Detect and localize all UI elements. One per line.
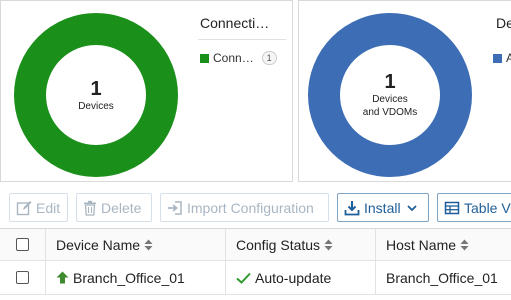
edit-button[interactable]: Edit <box>9 193 68 222</box>
host-name-cell: Branch_Office_01 <box>376 261 511 294</box>
column-header-label: Device Name <box>56 236 141 253</box>
legend-item-label: A <box>506 51 511 65</box>
legend-count-badge: 1 <box>261 51 277 65</box>
table-icon <box>444 200 460 216</box>
delete-button[interactable]: Delete <box>76 193 152 222</box>
table-header-row: Device Name Config Status Host Name <box>0 228 511 261</box>
column-header-device-name[interactable]: Device Name <box>46 229 226 260</box>
devices-vdoms-widget: 1 Devices and VDOMs De A <box>298 0 511 182</box>
edit-icon <box>16 200 32 216</box>
connection-status-widget: 1 Devices Connecti… Conn… 1 <box>0 0 293 182</box>
connection-legend-title: Connecti… <box>200 15 270 31</box>
devices-count: 1 <box>90 77 102 100</box>
devices-donut-chart[interactable]: 1 Devices <box>14 13 178 177</box>
import-label: Import Configuration <box>187 199 314 216</box>
install-dropdown-button[interactable]: Install <box>337 193 429 222</box>
edit-label: Edit <box>36 199 61 216</box>
devices-label: Devices <box>78 100 114 112</box>
device-name-text: Branch_Office_01 <box>73 269 185 286</box>
device-up-arrow-icon <box>56 271 69 284</box>
legend-item-label: Conn… <box>213 51 254 65</box>
sort-icon <box>324 239 333 251</box>
chevron-down-icon <box>406 204 417 212</box>
device-toolbar: Edit Delete Import Configuration Install… <box>9 193 511 222</box>
vdoms-count: 1 <box>384 71 396 93</box>
vdoms-legend-title: De <box>496 15 511 31</box>
column-header-host-name[interactable]: Host Name <box>376 229 511 260</box>
table-row[interactable]: Branch_Office_01 Auto-update Branch_Offi… <box>0 261 511 295</box>
import-configuration-button[interactable]: Import Configuration <box>160 193 329 222</box>
legend-item-vdoms[interactable]: A <box>493 51 511 65</box>
row-checkbox[interactable] <box>16 271 29 284</box>
select-all-cell <box>0 229 46 260</box>
device-name-cell[interactable]: Branch_Office_01 <box>46 261 226 294</box>
legend-divider <box>198 39 286 40</box>
column-header-config-status[interactable]: Config Status <box>226 229 376 260</box>
column-header-label: Config Status <box>236 236 321 253</box>
import-icon <box>167 200 183 216</box>
column-header-label: Host Name <box>386 236 457 253</box>
vdoms-label-line2: and VDOMs <box>362 107 418 118</box>
sort-icon <box>460 239 469 251</box>
vdoms-swatch-icon <box>493 53 502 63</box>
select-all-checkbox[interactable] <box>16 238 29 251</box>
vdoms-donut-chart[interactable]: 1 Devices and VDOMs <box>308 13 472 177</box>
table-view-button[interactable]: Table V <box>437 193 511 222</box>
sort-icon <box>144 239 153 251</box>
checkmark-icon <box>236 272 251 284</box>
install-label: Install <box>364 199 401 216</box>
config-status-text: Auto-update <box>255 269 332 286</box>
connected-swatch-icon <box>200 53 209 63</box>
legend-item-connected[interactable]: Conn… 1 <box>200 51 277 65</box>
install-icon <box>344 200 360 216</box>
delete-label: Delete <box>101 199 142 216</box>
host-name-text: Branch_Office_01 <box>386 269 498 286</box>
trash-icon <box>83 200 97 216</box>
vdoms-label-line1: Devices <box>372 94 408 105</box>
config-status-cell: Auto-update <box>226 261 376 294</box>
device-table: Device Name Config Status Host Name Bran… <box>0 228 511 295</box>
row-select-cell <box>0 261 46 294</box>
table-view-label: Table V <box>464 199 511 216</box>
